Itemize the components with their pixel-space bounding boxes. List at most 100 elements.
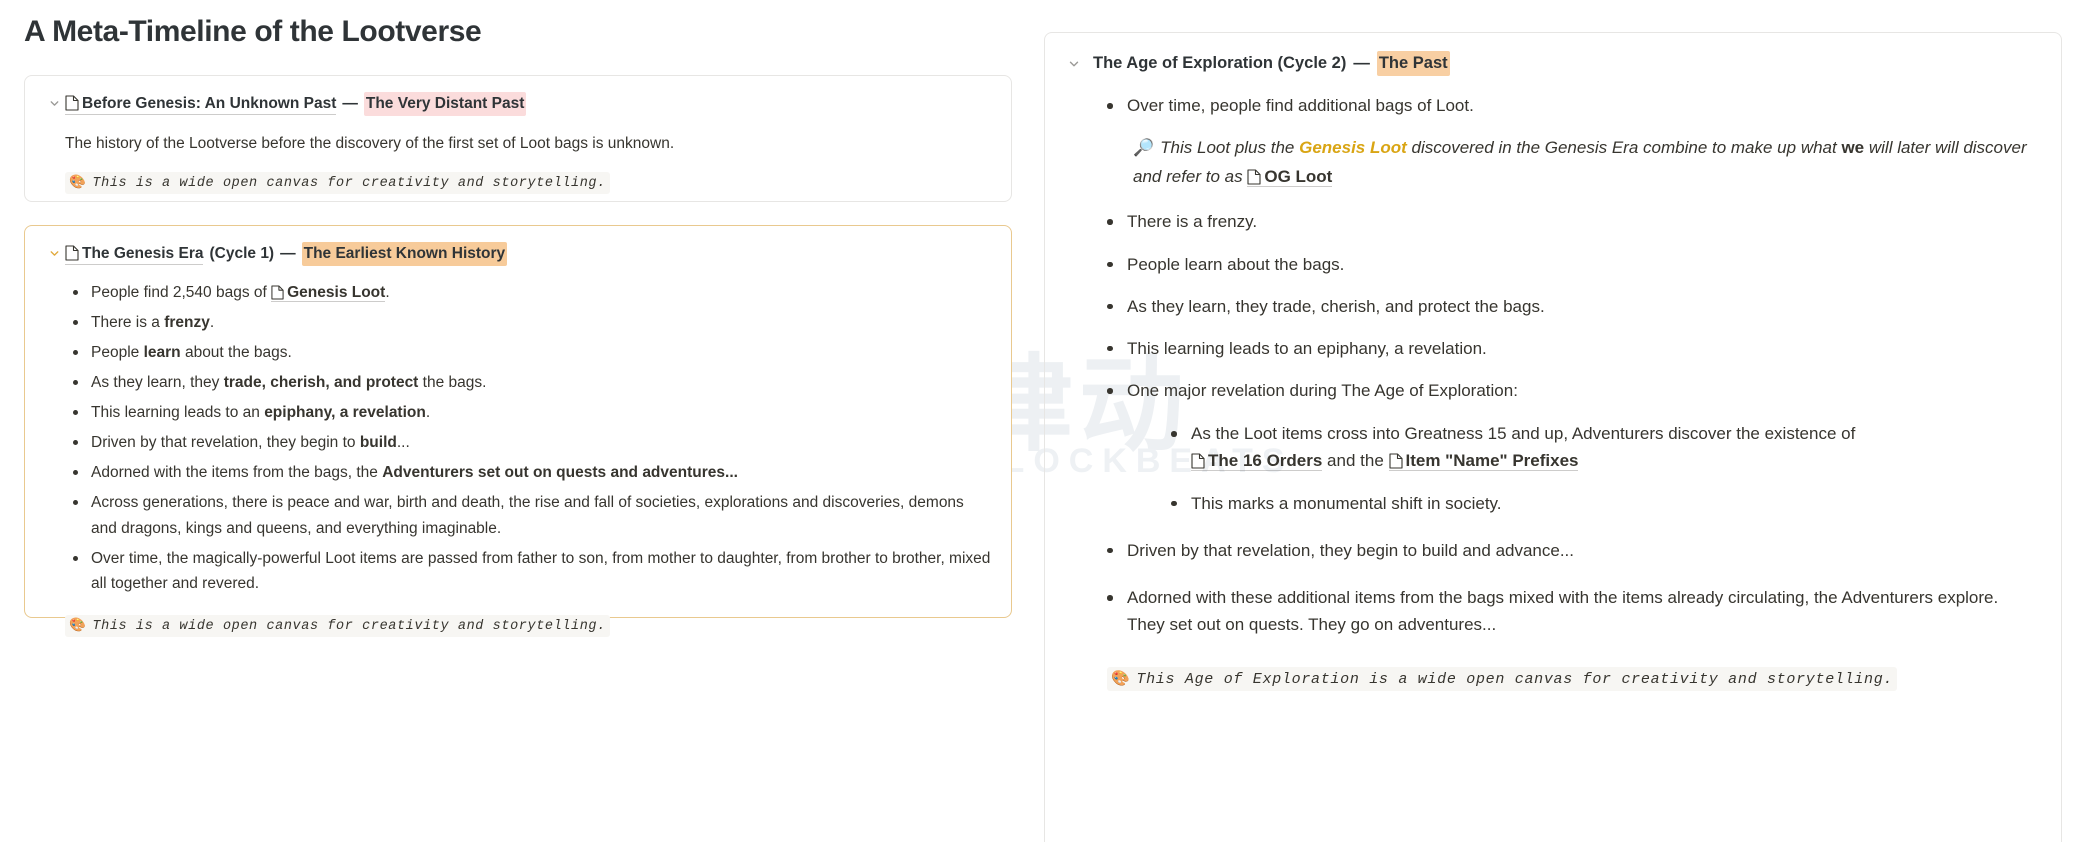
list-item: As they learn, they trade, cherish, and …: [1099, 293, 2039, 320]
page-doc-icon: [65, 244, 79, 261]
bullet-text: This learning leads to an: [91, 404, 265, 422]
list-item: Over time, the magically-powerful Loot i…: [65, 546, 993, 596]
list-item: Across generations, there is peace and w…: [65, 490, 993, 540]
title-dash: —: [342, 95, 358, 112]
reference-label: Genesis Loot: [287, 283, 386, 301]
card-age-of-exploration-title: The Age of Exploration (Cycle 2): [1093, 54, 1347, 72]
list-item: Over time, people find additional bags o…: [1099, 92, 2039, 119]
card-before-genesis: Before Genesis: An Unknown Past — The Ve…: [24, 75, 1012, 202]
palette-icon: 🎨: [1111, 669, 1131, 688]
card-before-genesis-header[interactable]: Before Genesis: An Unknown Past — The Ve…: [43, 92, 993, 116]
bullet-text-post: .: [385, 283, 390, 301]
bullet-text: Across generations, there is peace and w…: [91, 494, 964, 537]
bullet-text: Adorned with the items from the bags, th…: [91, 464, 383, 482]
page-doc-icon: [271, 285, 284, 300]
list-item: There is a frenzy.: [65, 310, 993, 335]
list-item: This learning leads to an epiphany, a re…: [65, 400, 993, 425]
bullet-text-post: about the bags.: [180, 343, 292, 361]
page-title: A Meta-Timeline of the Lootverse: [24, 15, 482, 48]
palette-icon: 🎨: [69, 616, 87, 633]
card-age-of-exploration-header[interactable]: The Age of Exploration (Cycle 2) — The P…: [1063, 51, 2039, 77]
card-genesis-era-title: The Genesis Era: [82, 244, 204, 262]
page-doc-icon: [65, 94, 79, 111]
status-badge-earliest-known-history: The Earliest Known History: [301, 242, 508, 266]
left-column: A Meta-Timeline of the Lootverse Before …: [0, 0, 1040, 842]
card-before-genesis-title: Before Genesis: An Unknown Past: [82, 94, 337, 112]
callout-age-of-exploration: 🎨 This Age of Exploration is a wide open …: [1107, 667, 1898, 692]
list-item: People learn about the bags.: [65, 340, 993, 365]
list-item: As the Loot items cross into Greatness 1…: [1163, 420, 2039, 474]
revelation-sub-list: As the Loot items cross into Greatness 1…: [1127, 420, 2039, 517]
quote-emphasis: we: [1841, 138, 1865, 158]
bullet-text-post: the bags.: [418, 374, 487, 392]
bullet-text: Driven by that revelation, they begin to: [91, 434, 360, 452]
status-badge-the-past: The Past: [1376, 51, 1450, 77]
list-item: Driven by that revelation, they begin to…: [1099, 537, 2039, 564]
exploration-bullet-list-top: Over time, people find additional bags o…: [1063, 92, 2039, 119]
bullet-text: Over time, the magically-powerful Loot i…: [91, 549, 991, 592]
page-root: 律动 BLOCKBEATS A Meta-Timeline of the Loo…: [0, 0, 2078, 842]
quote-part-2: discovered in the Genesis Era combine to…: [1406, 138, 1842, 158]
bullet-emphasis: Adventurers set out on quests and advent…: [382, 464, 738, 482]
bullet-emphasis: build: [359, 434, 397, 452]
list-item: There is a frenzy.: [1099, 208, 2039, 235]
status-badge-very-distant-past: The Very Distant Past: [363, 92, 527, 116]
bullet-text: There is a: [91, 313, 165, 331]
title-dash: —: [1353, 54, 1370, 72]
list-item: People find 2,540 bags of Genesis Loot.: [65, 280, 993, 305]
reference-label: The 16 Orders: [1208, 451, 1323, 471]
card-age-of-exploration: The Age of Exploration (Cycle 2) — The P…: [1044, 32, 2062, 842]
card-before-genesis-paragraph: The history of the Lootverse before the …: [65, 134, 675, 152]
revelation-mid-text: and the: [1322, 451, 1389, 471]
bullet-text: As they learn, they: [91, 374, 224, 392]
bullet-emphasis: learn: [143, 343, 181, 361]
page-reference-item-name-prefixes[interactable]: Item "Name" Prefixes: [1388, 451, 1579, 472]
page-reference-16-orders[interactable]: The 16 Orders: [1191, 451, 1323, 472]
bullet-emphasis: trade, cherish, and protect: [223, 374, 419, 392]
magnifier-icon: 🔎: [1133, 138, 1155, 159]
callout-genesis-era-text: This is a wide open canvas for creativit…: [92, 618, 606, 634]
chevron-down-icon[interactable]: [43, 247, 65, 260]
callout-age-of-exploration-text: This Age of Exploration is a wide open c…: [1136, 671, 1894, 689]
list-item: This learning leads to an epiphany, a re…: [1099, 335, 2039, 362]
revelation-lead-text: As the Loot items cross into Greatness 1…: [1191, 424, 1856, 444]
bullet-text-post: .: [425, 404, 431, 422]
callout-genesis-era: 🎨 This is a wide open canvas for creativi…: [65, 614, 610, 637]
bullet-emphasis: frenzy: [164, 313, 210, 331]
card-genesis-era-header[interactable]: The Genesis Era (Cycle 1) — The Earliest…: [43, 242, 993, 266]
list-item: Adorned with the items from the bags, th…: [65, 460, 993, 485]
exploration-bullet-list-mid: There is a frenzy. People learn about th…: [1063, 208, 2039, 638]
title-dash: —: [280, 245, 296, 262]
quote-gold-term: Genesis Loot: [1299, 138, 1407, 158]
card-genesis-era: The Genesis Era (Cycle 1) — The Earliest…: [24, 225, 1012, 637]
page-reference-before-genesis[interactable]: Before Genesis: An Unknown Past: [65, 93, 337, 116]
bullet-text-post: .: [209, 313, 215, 331]
list-item: Driven by that revelation, they begin to…: [65, 430, 993, 455]
callout-before-genesis-text: This is a wide open canvas for creativit…: [92, 175, 606, 191]
genesis-era-bullet-list: People find 2,540 bags of Genesis Loot. …: [43, 280, 993, 596]
list-item: This marks a monumental shift in society…: [1163, 490, 2039, 517]
reference-label: Item "Name" Prefixes: [1405, 451, 1579, 471]
bullet-text-post: ...: [396, 434, 410, 452]
page-doc-icon: [1247, 169, 1261, 185]
page-reference-genesis-loot[interactable]: Genesis Loot: [271, 283, 386, 302]
bullet-text: People: [91, 343, 144, 361]
page-reference-og-loot[interactable]: OG Loot: [1247, 166, 1333, 187]
callout-before-genesis: 🎨 This is a wide open canvas for creativi…: [65, 171, 610, 194]
list-item: Adorned with these additional items from…: [1099, 584, 2039, 638]
chevron-down-icon[interactable]: [43, 97, 65, 110]
bullet-text: People find 2,540 bags of: [91, 283, 272, 301]
page-doc-icon: [1388, 453, 1403, 470]
list-item-revelation: One major revelation during The Age of E…: [1099, 377, 2039, 517]
reference-label: OG Loot: [1264, 166, 1333, 186]
palette-icon: 🎨: [69, 173, 87, 190]
chevron-down-icon[interactable]: [1063, 57, 1085, 71]
exploration-quote: 🔎 This Loot plus the Genesis Loot discove…: [1133, 134, 2033, 190]
bullet-emphasis: epiphany, a revelation: [264, 404, 426, 422]
list-item: As they learn, they trade, cherish, and …: [65, 370, 993, 395]
page-doc-icon: [1191, 453, 1205, 470]
card-genesis-era-cycle: (Cycle 1): [209, 245, 275, 262]
list-item: People learn about the bags.: [1099, 251, 2039, 278]
page-reference-genesis-era[interactable]: The Genesis Era: [65, 243, 204, 266]
revelation-heading: One major revelation during The Age of E…: [1127, 381, 1518, 401]
